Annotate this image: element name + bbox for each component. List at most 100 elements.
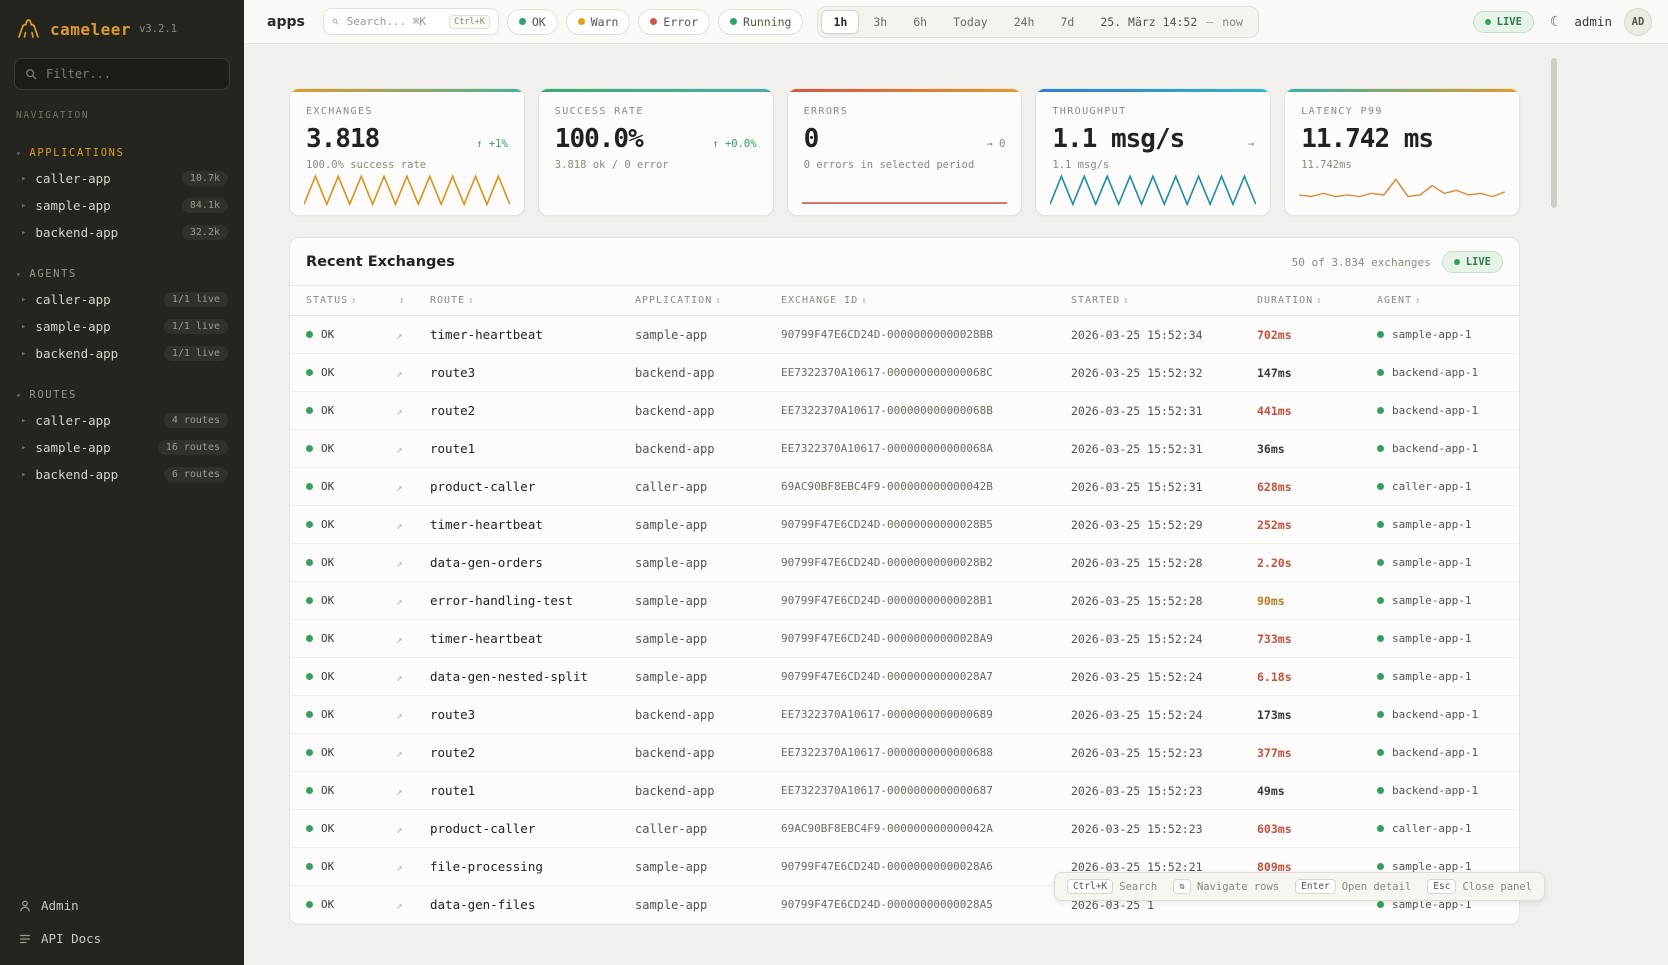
- route-cell: timer-heartbeat: [420, 620, 625, 658]
- table-row[interactable]: OK ↗ route2 backend-app EE7322370A10617-…: [290, 734, 1519, 772]
- column-header-status[interactable]: STATUS↕: [290, 286, 386, 316]
- column-header-link[interactable]: ↕: [386, 286, 420, 316]
- table-row[interactable]: OK ↗ product-caller caller-app 69AC90BF8…: [290, 810, 1519, 848]
- sparkline-chart: [1050, 168, 1256, 206]
- sidebar-item-api-docs[interactable]: API Docs: [6, 922, 238, 955]
- time-range-button[interactable]: 6h: [901, 10, 939, 34]
- open-exchange-icon[interactable]: ↗: [396, 367, 403, 380]
- open-exchange-icon[interactable]: ↗: [396, 595, 403, 608]
- vertical-scrollbar[interactable]: [1551, 58, 1557, 208]
- sidebar-item-admin[interactable]: Admin: [6, 889, 238, 922]
- table-row[interactable]: OK ↗ data-gen-orders sample-app 90799F47…: [290, 544, 1519, 582]
- live-label: LIVE: [1497, 16, 1522, 28]
- table-row[interactable]: OK ↗ route3 backend-app EE7322370A10617-…: [290, 696, 1519, 734]
- open-exchange-icon[interactable]: ↗: [396, 823, 403, 836]
- sparkline-chart: [1299, 168, 1505, 206]
- sidebar-item-application[interactable]: ▸ backend-app 32.2k: [0, 219, 244, 246]
- column-header-started[interactable]: STARTED↕: [1061, 286, 1247, 316]
- status-cell: OK: [306, 898, 376, 911]
- exchange-id-cell: 90799F47E6CD24D-00000000000028B1: [771, 582, 1061, 620]
- time-range-button[interactable]: 3h: [861, 10, 899, 34]
- time-range-button[interactable]: Today: [941, 10, 1000, 34]
- table-row[interactable]: OK ↗ timer-heartbeat sample-app 90799F47…: [290, 316, 1519, 354]
- table-row[interactable]: OK ↗ route2 backend-app EE7322370A10617-…: [290, 392, 1519, 430]
- status-cell: OK: [306, 860, 376, 873]
- table-row[interactable]: OK ↗ timer-heartbeat sample-app 90799F47…: [290, 620, 1519, 658]
- time-range-button[interactable]: 24h: [1002, 10, 1047, 34]
- username: admin: [1574, 14, 1612, 29]
- column-header-route[interactable]: ROUTE↕: [420, 286, 625, 316]
- live-toggle[interactable]: LIVE: [1473, 11, 1534, 33]
- table-row[interactable]: OK ↗ data-gen-nested-split sample-app 90…: [290, 658, 1519, 696]
- application-cell: backend-app: [625, 734, 771, 772]
- column-header-agent[interactable]: AGENT↕: [1367, 286, 1519, 316]
- time-range-button[interactable]: 1h: [821, 10, 859, 34]
- status-filter-chip[interactable]: Error: [638, 9, 710, 35]
- sidebar-item-route[interactable]: ▸ backend-app 6 routes: [0, 461, 244, 488]
- caret-down-icon: ▾: [16, 149, 22, 158]
- exchange-id-cell: 90799F47E6CD24D-00000000000028B5: [771, 506, 1061, 544]
- open-exchange-icon[interactable]: ↗: [396, 481, 403, 494]
- chevron-right-icon: ▸: [21, 322, 26, 332]
- table-row[interactable]: OK ↗ route1 backend-app EE7322370A10617-…: [290, 430, 1519, 468]
- open-exchange-icon[interactable]: ↗: [396, 557, 403, 570]
- sidebar-item-agent[interactable]: ▸ sample-app 1/1 live: [0, 313, 244, 340]
- column-header-duration[interactable]: DURATION↕: [1247, 286, 1367, 316]
- open-exchange-icon[interactable]: ↗: [396, 747, 403, 760]
- sidebar-filter-input[interactable]: [44, 66, 219, 82]
- search-icon: [25, 68, 37, 80]
- status-filter-label: Running: [743, 15, 791, 29]
- status-filter-chip[interactable]: Running: [718, 9, 803, 35]
- open-exchange-icon[interactable]: ↗: [396, 519, 403, 532]
- status-dot: [578, 18, 585, 25]
- agent-cell: sample-app-1: [1377, 518, 1509, 531]
- section-header-applications[interactable]: ▾ APPLICATIONS: [0, 141, 244, 165]
- agent-live-dot: [1377, 597, 1384, 604]
- agent-live-dot: [1377, 711, 1384, 718]
- sidebar-item-agent[interactable]: ▸ caller-app 1/1 live: [0, 286, 244, 313]
- open-exchange-icon[interactable]: ↗: [396, 443, 403, 456]
- sidebar-item-badge: 6 routes: [164, 467, 228, 482]
- table-row[interactable]: OK ↗ error-handling-test sample-app 9079…: [290, 582, 1519, 620]
- open-exchange-icon[interactable]: ↗: [396, 785, 403, 798]
- open-exchange-icon[interactable]: ↗: [396, 633, 403, 646]
- stat-accent-bar: [290, 89, 524, 92]
- time-range-button[interactable]: 7d: [1048, 10, 1086, 34]
- column-header-exchange-id[interactable]: EXCHANGE ID↕: [771, 286, 1061, 316]
- status-filter-chip[interactable]: OK: [507, 9, 558, 35]
- started-cell: 2026-03-25 15:52:31: [1061, 430, 1247, 468]
- table-row[interactable]: OK ↗ route1 backend-app EE7322370A10617-…: [290, 772, 1519, 810]
- search-input[interactable]: [345, 14, 444, 29]
- column-header-application[interactable]: APPLICATION↕: [625, 286, 771, 316]
- table-row[interactable]: OK ↗ product-caller caller-app 69AC90BF8…: [290, 468, 1519, 506]
- section-header-routes[interactable]: ▾ ROUTES: [0, 383, 244, 407]
- exchange-id-cell: EE7322370A10617-000000000000068A: [771, 430, 1061, 468]
- dark-mode-toggle-icon[interactable]: ☾: [1546, 12, 1562, 32]
- status-filter-chip[interactable]: Warn: [566, 9, 631, 35]
- table-row[interactable]: OK ↗ route3 backend-app EE7322370A10617-…: [290, 354, 1519, 392]
- section-header-agents[interactable]: ▾ AGENTS: [0, 262, 244, 286]
- open-exchange-icon[interactable]: ↗: [396, 405, 403, 418]
- open-exchange-icon[interactable]: ↗: [396, 329, 403, 342]
- sidebar-item-route[interactable]: ▸ sample-app 16 routes: [0, 434, 244, 461]
- sidebar-item-agent[interactable]: ▸ backend-app 1/1 live: [0, 340, 244, 367]
- stat-card: SUCCESS RATE 100.0% ↑ +0.0% 3.818 ok / 0…: [538, 88, 774, 216]
- sidebar-item-application[interactable]: ▸ caller-app 10.7k: [0, 165, 244, 192]
- avatar[interactable]: AD: [1624, 8, 1652, 36]
- open-exchange-icon[interactable]: ↗: [396, 709, 403, 722]
- global-search[interactable]: Ctrl+K: [323, 8, 499, 35]
- sidebar-filter[interactable]: [14, 58, 230, 90]
- stat-accent-bar: [1285, 89, 1519, 92]
- stat-accent-bar: [1036, 89, 1270, 92]
- open-exchange-icon[interactable]: ↗: [396, 899, 403, 912]
- sidebar-item-route[interactable]: ▸ caller-app 4 routes: [0, 407, 244, 434]
- open-exchange-icon[interactable]: ↗: [396, 671, 403, 684]
- open-exchange-icon[interactable]: ↗: [396, 861, 403, 874]
- hint-label: Close panel: [1462, 881, 1532, 893]
- duration-cell: 733ms: [1257, 632, 1292, 646]
- table-live-toggle[interactable]: LIVE: [1442, 251, 1503, 273]
- sidebar-item-badge: 16 routes: [158, 440, 228, 455]
- table-row[interactable]: OK ↗ timer-heartbeat sample-app 90799F47…: [290, 506, 1519, 544]
- duration-cell: 49ms: [1257, 784, 1285, 798]
- sidebar-item-application[interactable]: ▸ sample-app 84.1k: [0, 192, 244, 219]
